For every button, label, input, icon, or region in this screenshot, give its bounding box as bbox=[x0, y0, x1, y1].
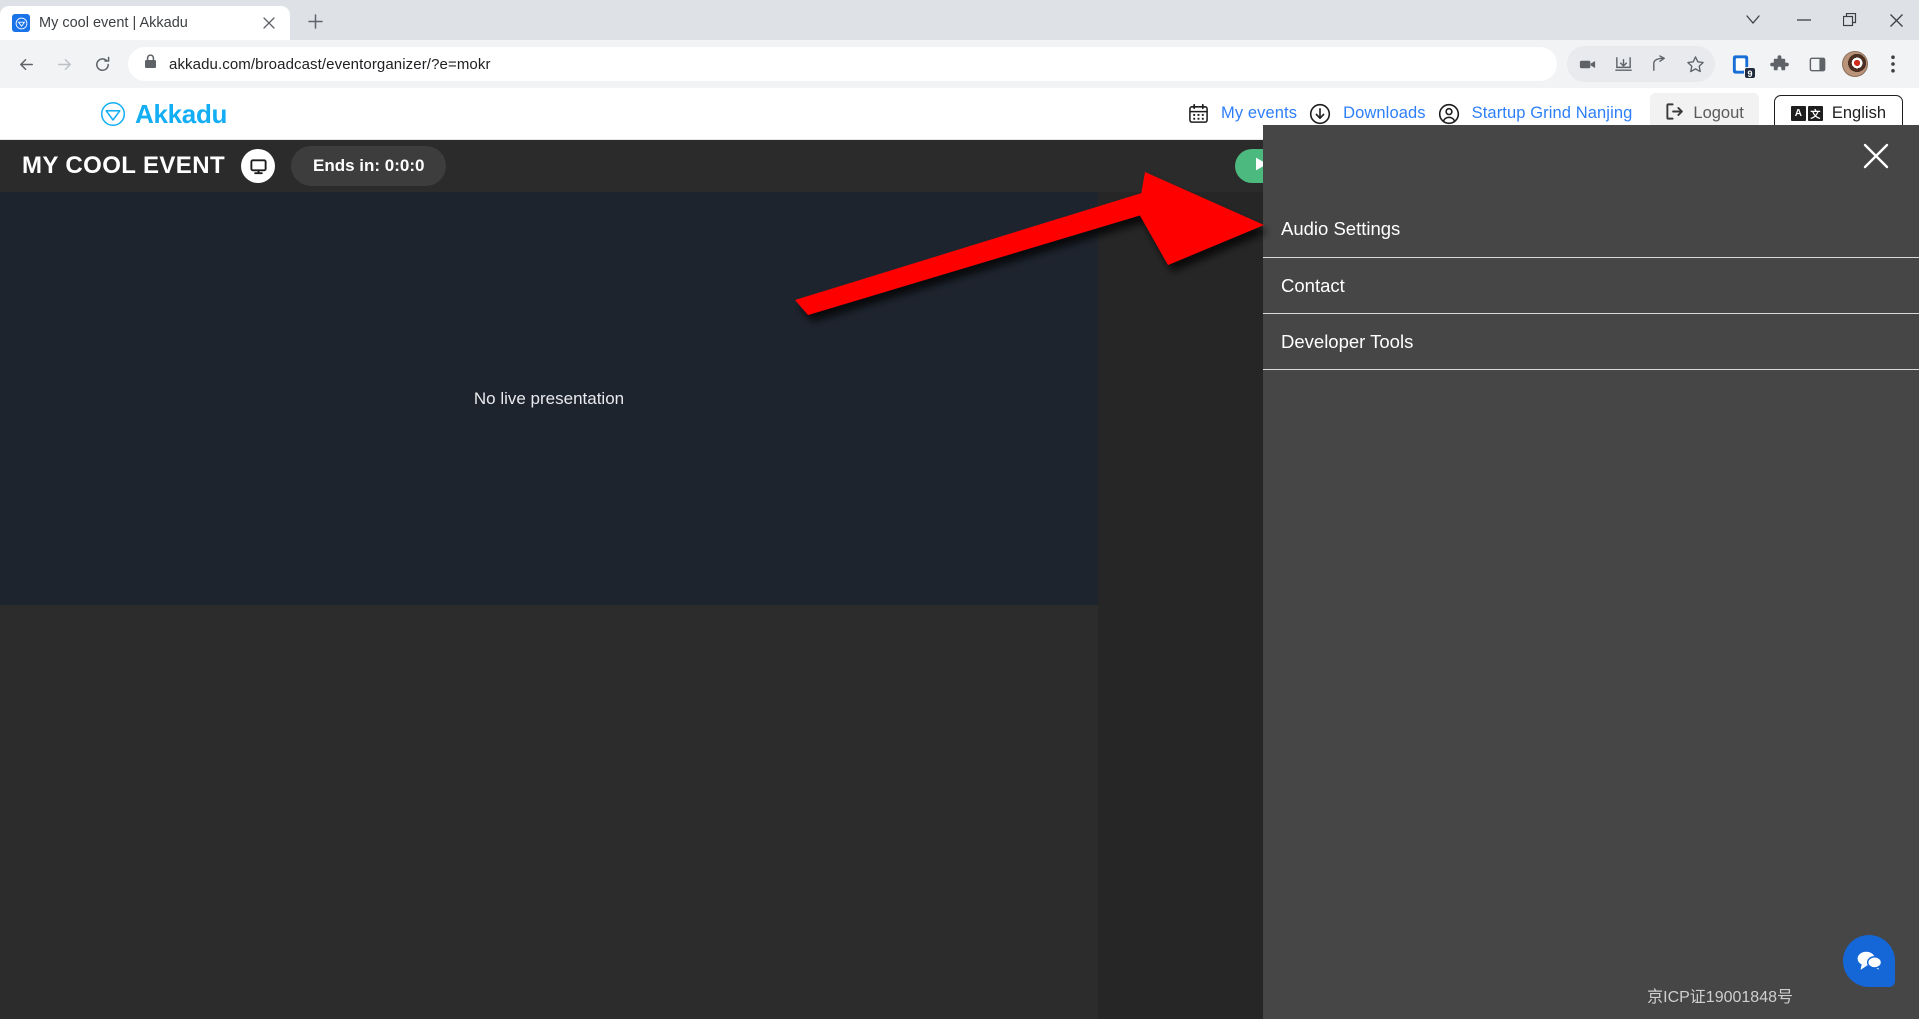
language-label: English bbox=[1831, 104, 1886, 122]
chat-bubbles-icon[interactable] bbox=[1843, 935, 1895, 987]
chevron-down-icon[interactable] bbox=[1725, 0, 1781, 40]
chrome-menu-icon[interactable] bbox=[1875, 46, 1911, 82]
panel-item-audio-settings[interactable]: Audio Settings bbox=[1263, 200, 1919, 258]
stage-right-filler bbox=[1098, 192, 1263, 1019]
avatar bbox=[1842, 51, 1868, 77]
side-panel-icon[interactable] bbox=[1799, 46, 1835, 82]
countdown-timer: Ends in: 0:0:0 bbox=[291, 146, 447, 186]
browser-tab[interactable]: My cool event | Akkadu bbox=[0, 6, 290, 40]
tab-strip: My cool event | Akkadu bbox=[0, 0, 1919, 40]
address-bar[interactable]: akkadu.com/broadcast/eventorganizer/?e=m… bbox=[128, 47, 1557, 81]
monitor-icon[interactable] bbox=[241, 149, 276, 183]
icp-license-text: 京ICP证19001848号 bbox=[1647, 989, 1793, 1006]
panel-item-contact[interactable]: Contact bbox=[1263, 258, 1919, 314]
extension-notes-icon[interactable]: 9 bbox=[1723, 46, 1759, 82]
no-presentation-message: No live presentation bbox=[473, 388, 625, 408]
maximize-icon[interactable] bbox=[1827, 0, 1873, 40]
event-title: MY COOL EVENT bbox=[22, 152, 226, 179]
panel-item-label: Audio Settings bbox=[1281, 217, 1401, 239]
panel-item-label: Contact bbox=[1281, 274, 1345, 296]
akkadu-logo[interactable]: Akkadu bbox=[100, 101, 227, 127]
url-text: akkadu.com/broadcast/eventorganizer/?e=m… bbox=[169, 55, 491, 73]
extension-badge-count: 9 bbox=[1744, 67, 1756, 79]
settings-panel-header bbox=[1263, 125, 1919, 189]
toolbar-action-group bbox=[1567, 46, 1715, 82]
calendar-icon bbox=[1181, 103, 1215, 124]
nav-link-downloads[interactable]: Downloads bbox=[1337, 104, 1432, 123]
back-icon[interactable] bbox=[8, 46, 44, 82]
bookmark-star-icon[interactable] bbox=[1677, 46, 1713, 82]
panel-item-label: Developer Tools bbox=[1281, 330, 1414, 352]
toolbar-actions: 9 bbox=[1567, 46, 1911, 82]
akkadu-logo-icon bbox=[100, 101, 126, 127]
video-camera-icon[interactable] bbox=[1569, 46, 1605, 82]
lock-icon bbox=[144, 54, 157, 74]
browser-toolbar: akkadu.com/broadcast/eventorganizer/?e=m… bbox=[0, 40, 1919, 88]
share-icon[interactable] bbox=[1641, 46, 1677, 82]
window-close-icon[interactable] bbox=[1873, 0, 1919, 40]
user-circle-icon bbox=[1432, 103, 1466, 125]
forward-icon[interactable] bbox=[46, 46, 82, 82]
browser-window: My cool event | Akkadu akkadu.com/broadc… bbox=[0, 0, 1919, 1019]
extensions-puzzle-icon[interactable] bbox=[1761, 46, 1797, 82]
panel-close-icon[interactable] bbox=[1857, 137, 1895, 175]
akkadu-favicon bbox=[12, 14, 30, 32]
translate-glyph-cn: 文 bbox=[1807, 106, 1823, 121]
translate-icon: A 文 bbox=[1790, 106, 1823, 121]
stage-bottom-filler bbox=[0, 605, 1098, 1019]
profile-avatar-icon[interactable] bbox=[1837, 46, 1873, 82]
akkadu-logo-text: Akkadu bbox=[135, 98, 228, 129]
tab-title: My cool event | Akkadu bbox=[39, 15, 188, 31]
minimize-icon[interactable] bbox=[1781, 0, 1827, 40]
logout-label: Logout bbox=[1693, 104, 1744, 122]
new-tab-button[interactable] bbox=[298, 4, 332, 38]
logout-icon bbox=[1665, 102, 1684, 126]
close-icon[interactable] bbox=[258, 12, 280, 34]
reload-icon[interactable] bbox=[84, 46, 120, 82]
panel-item-developer-tools[interactable]: Developer Tools bbox=[1263, 314, 1919, 370]
settings-panel: Audio Settings Contact Developer Tools 京… bbox=[1263, 125, 1919, 1019]
install-app-icon[interactable] bbox=[1605, 46, 1641, 82]
download-circle-icon bbox=[1303, 103, 1337, 125]
translate-glyph-a: A bbox=[1790, 106, 1806, 121]
presentation-area: No live presentation bbox=[0, 192, 1098, 605]
window-controls bbox=[1725, 0, 1919, 40]
nav-link-my-events[interactable]: My events bbox=[1215, 104, 1303, 123]
nav-link-account[interactable]: Startup Grind Nanjing bbox=[1466, 104, 1639, 123]
